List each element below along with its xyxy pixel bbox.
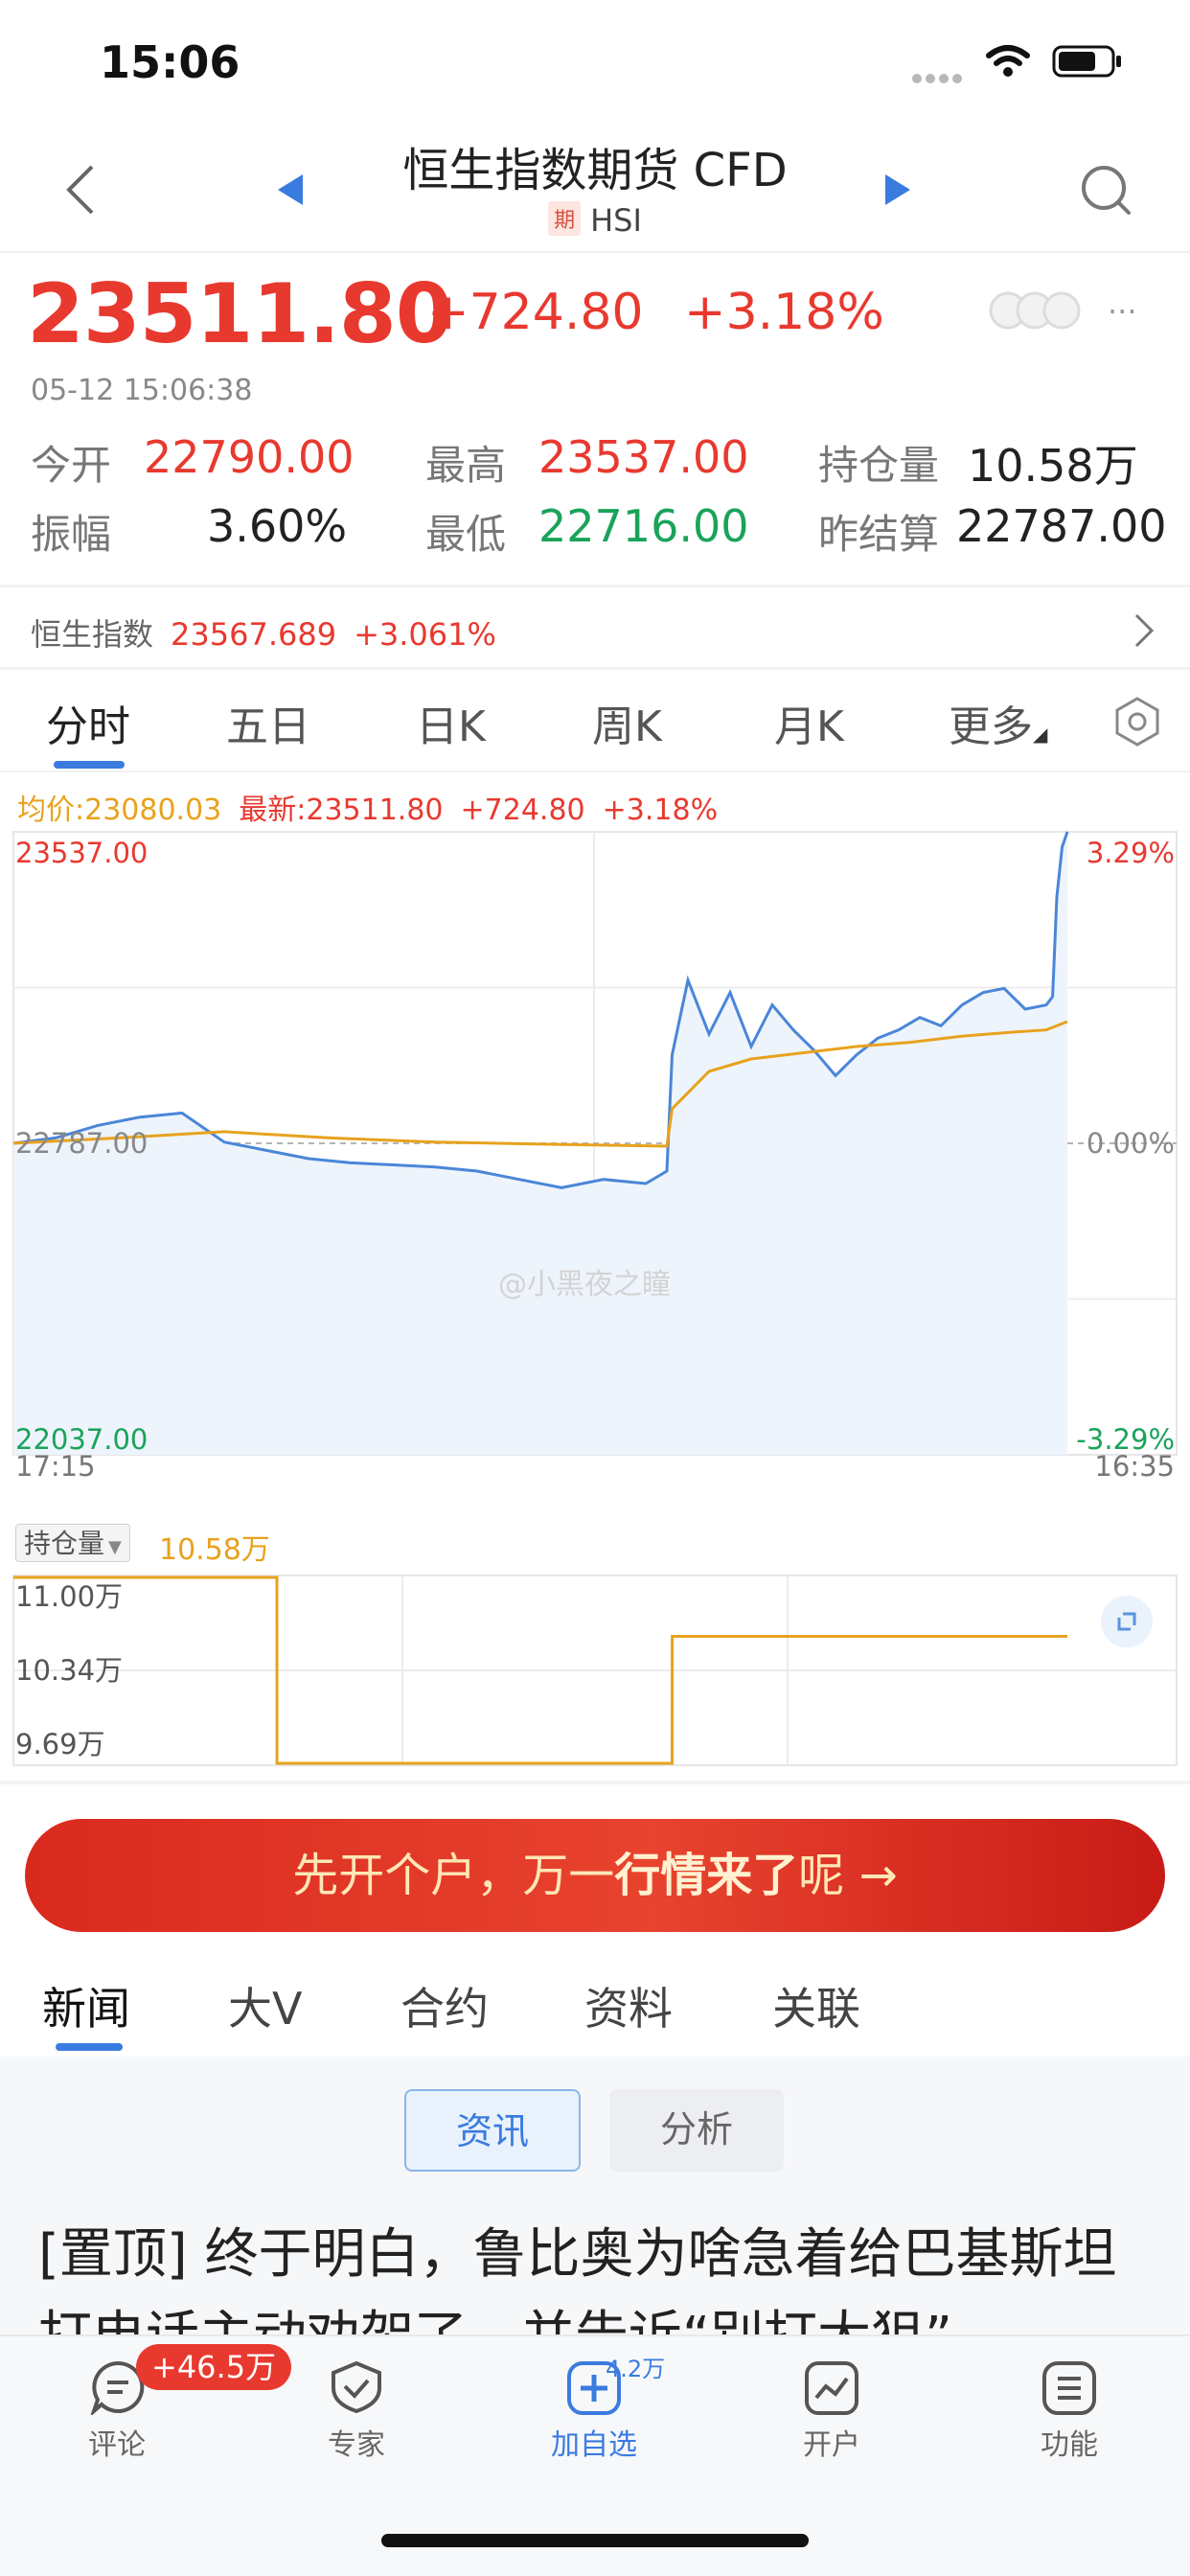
tab-intraday[interactable]: 分时 [46, 692, 130, 753]
index-name: 恒生指数 [31, 616, 154, 653]
function-menu-icon[interactable] [1041, 2359, 1098, 2417]
price-change-pct: +3.18% [684, 284, 884, 341]
tab-big-v[interactable]: 大V [228, 1974, 302, 2037]
x-axis-end-label: 16:35 [1094, 1450, 1175, 1480]
y-axis-mid-label: 22787.00 [15, 1127, 148, 1160]
y-axis-max-label: 23537.00 [15, 837, 148, 869]
tab-profile[interactable]: 资料 [584, 1974, 673, 2037]
status-time: 15:06 [100, 36, 240, 88]
open-interest-chart[interactable]: 11.00万 10.34万 9.69万 [0, 1572, 1190, 1775]
oi-y-label-mid: 10.34万 [15, 1654, 123, 1687]
high-value: 23537.00 [538, 431, 749, 483]
last-price: 23511.80 [27, 266, 453, 362]
index-link-row[interactable]: 恒生指数 23567.689 +3.061% [31, 610, 514, 655]
battery-icon [1052, 45, 1121, 78]
futures-badge: 期 [548, 201, 582, 236]
search-icon[interactable] [1079, 163, 1133, 217]
oi-selector[interactable]: 持仓量 ▼ [15, 1524, 130, 1562]
intraday-chart[interactable]: 23537.0022787.0022037.003.29%0.00%-3.29%… [0, 828, 1190, 1480]
watermark: @小黑夜之瞳 [498, 1268, 671, 1301]
latest-price-legend: 最新:23511.80 [239, 794, 444, 827]
banner-text-prefix: 先开个户，万一 [292, 1849, 615, 1902]
nav-functions[interactable]: 功能 [993, 2421, 1146, 2463]
banner-text-suffix: 呢 → [798, 1849, 898, 1902]
tab-daily-k[interactable]: 日K [416, 692, 486, 753]
home-indicator [381, 2534, 809, 2547]
comment-count-badge: +46.5万 [136, 2344, 292, 2390]
pct-axis-mid-label: 0.00% [1087, 1127, 1175, 1160]
header-divider [0, 251, 1190, 253]
oi-selector-label: 持仓量 [24, 1528, 105, 1559]
instrument-symbol: HSI [590, 202, 642, 239]
signal-icon [912, 69, 966, 87]
open-account-banner[interactable]: 先开个户，万一行情来了呢 → [25, 1819, 1165, 1932]
avg-price-legend: 均价:23080.03 [17, 794, 222, 827]
oi-value: 10.58万 [968, 440, 1138, 492]
index-pct: +3.061% [354, 616, 496, 653]
chevron-right-icon[interactable] [1133, 611, 1156, 650]
tab-contract[interactable]: 合约 [400, 1974, 489, 2037]
chart-settings-icon[interactable] [1113, 696, 1161, 748]
amplitude-value: 3.60% [207, 500, 348, 552]
latest-change-legend: +724.80 [460, 794, 585, 827]
wifi-icon [986, 45, 1030, 77]
expand-icon[interactable] [1100, 1595, 1154, 1648]
tab-five-day[interactable]: 五日 [226, 692, 310, 753]
more-dots-icon[interactable]: ··· [1108, 293, 1137, 330]
divider [0, 770, 1190, 772]
nav-open-account[interactable]: 开户 [755, 2421, 908, 2463]
open-value: 22790.00 [144, 431, 355, 483]
prev-settle-label: 昨结算 [818, 511, 940, 558]
high-label: 最高 [425, 442, 507, 489]
watchlist-count-badge: 4.2万 [606, 2356, 666, 2382]
oi-y-label-max: 11.00万 [15, 1580, 123, 1613]
tab-monthly-k[interactable]: 月K [774, 692, 844, 753]
dropdown-icon: ▼ [108, 1537, 122, 1557]
low-label: 最低 [425, 511, 507, 558]
caret-icon: ◢ [1033, 723, 1048, 746]
divider [0, 585, 1190, 587]
tab-related[interactable]: 关联 [772, 1974, 860, 2037]
prev-settle-value: 22787.00 [956, 500, 1167, 552]
instrument-symbol-line: 期 HSI [0, 201, 1190, 239]
amplitude-label: 振幅 [31, 511, 112, 558]
tab-more-label: 更多 [949, 702, 1033, 751]
nav-expert[interactable]: 专家 [280, 2421, 433, 2463]
divider [0, 667, 1190, 670]
next-instrument-icon[interactable] [883, 172, 912, 207]
open-label: 今开 [31, 442, 112, 489]
oi-label: 持仓量 [818, 442, 940, 489]
chart-legend: 均价:23080.03 最新:23511.80 +724.80 +3.18% [17, 786, 718, 828]
divider [0, 1781, 1190, 1784]
oi-current-value: 10.58万 [159, 1533, 270, 1567]
subtab-info[interactable]: 资讯 [404, 2089, 581, 2172]
users-avatar-icon[interactable] [987, 289, 1092, 332]
expert-icon[interactable] [328, 2359, 385, 2415]
tab-active-indicator [54, 761, 125, 769]
quote-timestamp: 05-12 15:06:38 [31, 374, 253, 407]
price-change: +724.80 [427, 284, 644, 341]
tab-weekly-k[interactable]: 周K [592, 692, 662, 753]
instrument-title: 恒生指数期货 CFD [402, 144, 788, 197]
news-tab-indicator [56, 2043, 123, 2051]
subtab-analysis[interactable]: 分析 [609, 2089, 784, 2172]
oi-y-label-min: 9.69万 [15, 1728, 105, 1760]
nav-add-watchlist[interactable]: 加自选 [517, 2421, 671, 2463]
latest-pct-legend: +3.18% [602, 794, 719, 827]
x-axis-start-label: 17:15 [15, 1450, 96, 1480]
news-headline[interactable]: [置顶] 终于明白，鲁比奥为啥急着给巴基斯坦打电话主动劝架了，并告诉“别打大狙” [38, 2214, 1159, 2338]
pct-axis-max-label: 3.29% [1087, 837, 1175, 869]
open-account-icon[interactable] [803, 2359, 860, 2417]
nav-comment[interactable]: 评论 [40, 2421, 194, 2463]
index-value: 23567.689 [171, 616, 337, 653]
tab-news[interactable]: 新闻 [42, 1974, 130, 2037]
banner-text-bold: 行情来了 [614, 1849, 799, 1902]
tab-more[interactable]: 更多◢ [949, 692, 1047, 753]
low-value: 22716.00 [538, 500, 749, 552]
